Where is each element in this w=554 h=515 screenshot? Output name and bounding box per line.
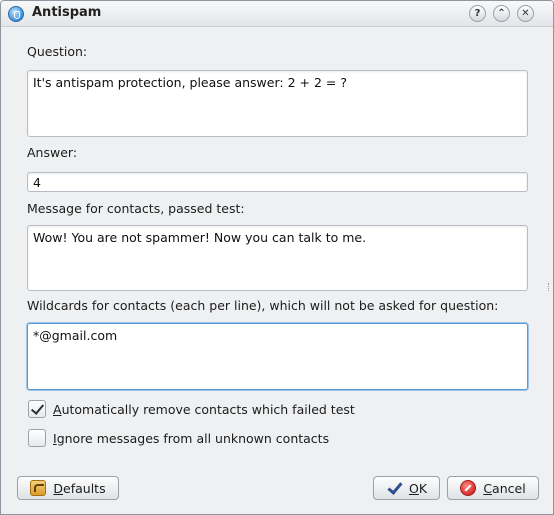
antispam-dialog: Antispam ? ⌃ ✕ Question: It's antispam p… xyxy=(0,0,554,515)
defaults-button-label: Defaults xyxy=(53,481,105,496)
ignore-unknown-option[interactable]: Ignore messages from all unknown contact… xyxy=(28,429,329,447)
ignore-unknown-checkbox[interactable] xyxy=(28,429,46,447)
ok-button-label: OK xyxy=(409,481,427,496)
wildcards-textarea[interactable]: *@gmail.com xyxy=(27,323,528,390)
title-bar[interactable]: Antispam ? ⌃ ✕ xyxy=(1,1,553,27)
auto-remove-checkbox[interactable] xyxy=(28,400,46,418)
ok-mnemonic: O xyxy=(408,480,419,496)
cancel-button-label: Cancel xyxy=(483,481,525,496)
message-textarea[interactable]: Wow! You are not spammer! Now you can ta… xyxy=(27,225,528,291)
antispam-app-icon[interactable] xyxy=(8,6,24,22)
question-textarea[interactable]: It's antispam protection, please answer:… xyxy=(27,70,528,137)
close-icon[interactable]: ✕ xyxy=(517,5,534,22)
auto-remove-option[interactable]: Automatically remove contacts which fail… xyxy=(28,400,355,418)
cancel-icon xyxy=(460,480,477,496)
checkmark-icon xyxy=(386,480,402,496)
answer-label: Answer: xyxy=(27,145,78,160)
auto-remove-label[interactable]: Automatically remove contacts which fail… xyxy=(53,402,355,417)
defaults-text: efaults xyxy=(63,480,106,496)
ok-button[interactable]: OK xyxy=(373,476,440,500)
dialog-content: Question: It's antispam protection, plea… xyxy=(1,28,553,514)
ok-text: K xyxy=(418,480,428,496)
auto-remove-text: utomatically remove contacts which faile… xyxy=(61,401,355,417)
cancel-text: ancel xyxy=(492,480,526,496)
answer-input[interactable]: 4 xyxy=(27,172,528,192)
shade-icon[interactable]: ⌃ xyxy=(493,5,510,22)
cancel-mnemonic: C xyxy=(483,480,493,496)
wildcards-label: Wildcards for contacts (each per line), … xyxy=(27,298,499,313)
window-title: Antispam xyxy=(32,5,102,20)
ignore-unknown-text: gnore messages from all unknown contacts xyxy=(56,430,330,446)
defaults-button[interactable]: Defaults xyxy=(17,476,119,500)
question-label: Question: xyxy=(27,44,88,59)
defaults-icon xyxy=(30,480,47,496)
splitter-grip[interactable] xyxy=(548,283,551,291)
message-label: Message for contacts, passed test: xyxy=(27,201,245,216)
auto-remove-mnemonic: A xyxy=(53,401,62,417)
help-icon[interactable]: ? xyxy=(469,5,486,22)
defaults-mnemonic: D xyxy=(53,480,64,496)
ignore-unknown-label[interactable]: Ignore messages from all unknown contact… xyxy=(53,431,329,446)
cancel-button[interactable]: Cancel xyxy=(447,476,539,500)
